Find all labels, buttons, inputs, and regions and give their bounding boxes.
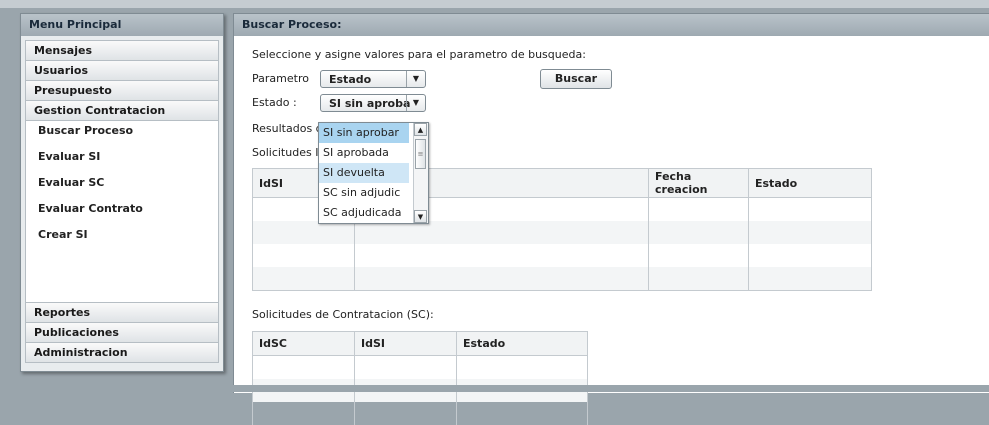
submenu-crear-si[interactable]: Crear SI	[26, 225, 218, 251]
col-idsc: IdSC	[252, 331, 355, 356]
dropdown-option[interactable]: SI devuelta	[319, 163, 409, 183]
menu-item-reportes[interactable]: Reportes	[25, 302, 219, 323]
col-idsi: IdSI	[354, 331, 457, 356]
arrow-down-icon[interactable]: ▼	[406, 71, 425, 87]
estado-label: Estado :	[252, 96, 297, 109]
menu-item-publicaciones[interactable]: Publicaciones	[25, 323, 219, 343]
parametro-select[interactable]: Estado ▼	[320, 70, 426, 88]
menu-item-administracion[interactable]: Administracion	[25, 343, 219, 363]
dropdown-option[interactable]: SC sin adjudic	[319, 183, 409, 203]
table-row[interactable]	[252, 244, 872, 267]
menu-panel: Menu Principal Mensajes Usuarios Presupu…	[20, 13, 224, 372]
gestion-contratacion-submenu: Buscar Proceso Evaluar SI Evaluar SC Eva…	[25, 121, 219, 302]
dropdown-option[interactable]: SC adjudicada	[319, 203, 409, 223]
estado-dropdown-list[interactable]: SI sin aprobar SI aprobada SI devuelta S…	[318, 122, 429, 224]
menu-item-mensajes[interactable]: Mensajes	[25, 40, 219, 61]
dropdown-scrollbar[interactable]: ▲ ≡ ▼	[413, 123, 428, 223]
menu-item-usuarios[interactable]: Usuarios	[25, 61, 219, 81]
table-row[interactable]	[252, 402, 588, 425]
arrow-down-icon[interactable]: ▼	[414, 210, 427, 223]
instruction-text: Seleccione y asigne valores para el para…	[252, 48, 586, 61]
menu-item-gestion-contratacion[interactable]: Gestion Contratacion	[25, 101, 219, 121]
parametro-label: Parametro	[252, 72, 309, 85]
parametro-value: Estado	[329, 73, 372, 86]
col-fecha-creacion: Fecha creacion	[648, 168, 749, 198]
table-row[interactable]	[252, 355, 588, 379]
submenu-buscar-proceso[interactable]: Buscar Proceso	[26, 121, 218, 147]
table-row[interactable]	[252, 221, 872, 244]
resultados-label: Resultados d	[252, 122, 323, 135]
table-row[interactable]	[252, 267, 872, 291]
arrow-down-icon[interactable]: ▼	[406, 95, 425, 111]
submenu-evaluar-sc[interactable]: Evaluar SC	[26, 173, 218, 199]
sc-table: IdSC IdSI Estado	[252, 331, 588, 425]
search-panel-title: Buscar Proceso:	[234, 14, 989, 36]
dropdown-option[interactable]: SI aprobada	[319, 143, 409, 163]
buscar-button[interactable]: Buscar	[540, 69, 612, 89]
estado-select[interactable]: SI sin aproba ▼	[320, 94, 426, 112]
solicitudes-si-label: Solicitudes I	[252, 146, 319, 159]
top-bar	[0, 0, 989, 8]
dropdown-option[interactable]: SI sin aprobar	[319, 123, 409, 143]
solicitudes-sc-label: Solicitudes de Contratacion (SC):	[252, 308, 434, 321]
col-estado: Estado	[456, 331, 588, 356]
menu-title: Menu Principal	[21, 14, 223, 36]
scroll-thumb[interactable]: ≡	[415, 139, 426, 169]
menu-item-presupuesto[interactable]: Presupuesto	[25, 81, 219, 101]
submenu-evaluar-si[interactable]: Evaluar SI	[26, 147, 218, 173]
bottom-bar	[0, 385, 989, 392]
submenu-evaluar-contrato[interactable]: Evaluar Contrato	[26, 199, 218, 225]
arrow-up-icon[interactable]: ▲	[414, 123, 427, 136]
col-estado: Estado	[748, 168, 872, 198]
estado-value: SI sin aproba	[329, 97, 411, 110]
